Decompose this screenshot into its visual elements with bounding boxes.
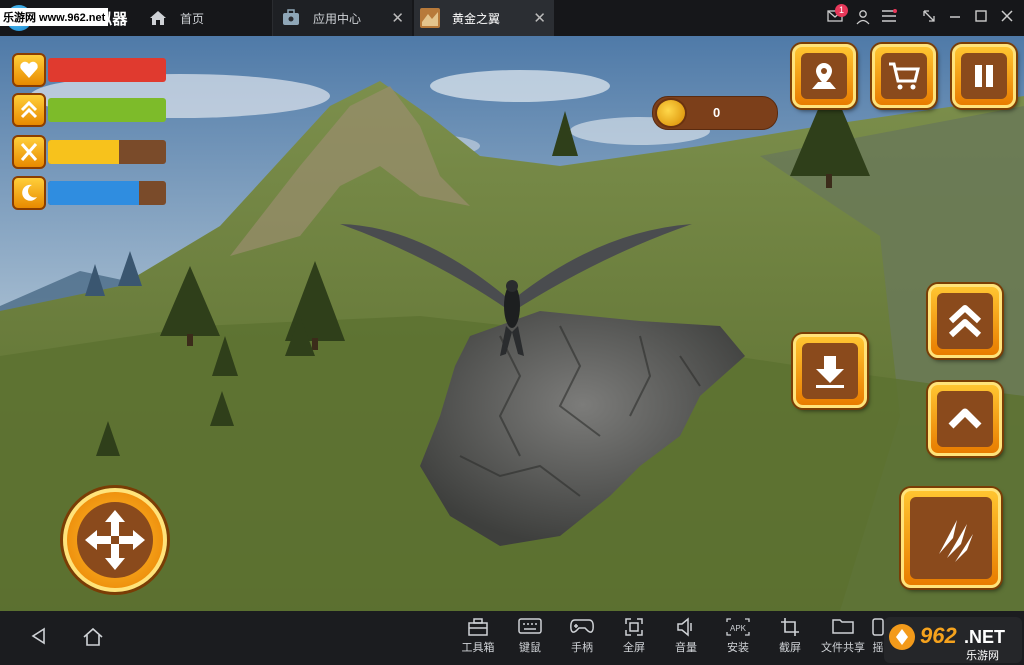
toolbox-button[interactable]: 工具箱 — [456, 617, 500, 655]
gamepad-button[interactable]: 手柄 — [560, 617, 604, 655]
menu-icon[interactable] — [880, 9, 898, 27]
screenshot-label: 截屏 — [779, 642, 801, 654]
close-icon[interactable] — [998, 9, 1016, 27]
maximize-icon[interactable] — [972, 9, 990, 27]
health-fill — [48, 58, 166, 82]
home-nav-icon[interactable] — [82, 627, 104, 653]
pause-icon — [975, 65, 993, 87]
health-bar — [12, 53, 166, 87]
svg-text:.NET: .NET — [964, 627, 1005, 647]
up-icon — [948, 408, 982, 429]
land-button[interactable] — [793, 334, 867, 408]
game-viewport[interactable]: 0 — [0, 36, 1024, 611]
title-bar: MuMu模拟器 乐游网 www.962.net 首页 应用中心 ✕ 黄金之翼 ✕… — [0, 0, 1024, 36]
energy-fill — [48, 181, 139, 205]
food-fill — [48, 140, 119, 164]
fly-up-button[interactable] — [928, 382, 1002, 456]
folder-icon — [818, 617, 868, 639]
shop-button[interactable] — [872, 44, 936, 108]
land-down-icon — [816, 356, 844, 388]
moon-icon — [12, 176, 46, 210]
keyboard-label: 键鼠 — [519, 642, 541, 654]
tab-label: 黄金之翼 — [452, 11, 501, 26]
heart-icon — [12, 53, 46, 87]
gamepad-icon — [560, 617, 604, 639]
map-pin-icon — [812, 63, 836, 89]
shopping-cart-icon — [889, 62, 920, 90]
move-arrows-icon — [85, 510, 145, 570]
fullscreen-button[interactable]: 全屏 — [612, 617, 656, 655]
tab-label: 应用中心 — [313, 11, 362, 26]
crop-icon — [768, 617, 812, 639]
screenshot-button[interactable]: 截屏 — [768, 617, 812, 655]
level-bar — [12, 93, 166, 127]
coin-icon — [655, 98, 687, 128]
volume-label: 音量 — [675, 642, 697, 654]
gamepad-label: 手柄 — [571, 642, 593, 654]
double-chevron-icon — [12, 93, 46, 127]
file-share-label: 文件共享 — [821, 642, 865, 654]
svg-text:APK: APK — [730, 624, 747, 633]
attack-button[interactable] — [901, 488, 1001, 588]
962-brand-logo: 962 .NET 乐游网 — [884, 617, 1022, 663]
volume-button[interactable]: 音量 — [664, 617, 708, 655]
apk-install-label: 安装 — [727, 642, 749, 654]
fullscreen-icon — [612, 617, 656, 639]
shake-label: 摇 — [872, 642, 884, 654]
keyboard-icon — [508, 617, 552, 639]
apk-install-icon: APK — [716, 617, 760, 639]
shrink-icon[interactable] — [920, 9, 938, 27]
file-share-button[interactable]: 文件共享 — [818, 617, 868, 655]
site-watermark: 乐游网 www.962.net — [0, 8, 109, 26]
map-button[interactable] — [792, 44, 856, 108]
keyboard-button[interactable]: 键鼠 — [508, 617, 552, 655]
food-bar — [12, 135, 166, 169]
pause-button[interactable] — [952, 44, 1016, 108]
volume-icon — [664, 617, 708, 639]
tab-home[interactable]: 首页 — [140, 0, 270, 36]
svg-text:962: 962 — [920, 623, 957, 648]
apk-install-button[interactable]: APK 安装 — [716, 617, 760, 655]
app-center-icon — [283, 9, 299, 25]
game-thumbnail-icon — [420, 8, 440, 28]
back-icon[interactable] — [30, 627, 48, 651]
toolbox-label: 工具箱 — [461, 642, 495, 654]
user-icon[interactable] — [854, 9, 872, 27]
double-up-icon — [948, 305, 982, 338]
coin-counter: 0 — [652, 96, 778, 130]
claw-attack-icon — [939, 520, 973, 562]
fork-knife-icon — [12, 135, 46, 169]
fullscreen-label: 全屏 — [623, 642, 645, 654]
close-tab-icon[interactable]: ✕ — [533, 9, 546, 27]
tab-label: 首页 — [180, 11, 205, 26]
fly-fast-button[interactable] — [928, 284, 1002, 358]
energy-bar — [12, 176, 166, 210]
tab-game[interactable]: 黄金之翼 ✕ — [414, 0, 554, 36]
minimize-icon[interactable] — [946, 9, 964, 27]
toolbox-icon — [456, 617, 500, 639]
move-joystick[interactable] — [63, 488, 167, 592]
level-fill — [48, 98, 166, 122]
mail-badge: 1 — [835, 4, 848, 17]
home-icon — [150, 11, 166, 25]
close-tab-icon[interactable]: ✕ — [391, 9, 404, 27]
coin-value: 0 — [713, 105, 721, 120]
tab-app-center[interactable]: 应用中心 ✕ — [272, 0, 412, 36]
svg-text:乐游网: 乐游网 — [966, 649, 999, 662]
emulator-toolbar: 工具箱 键鼠 手柄 全屏 音量 APK 安装 截屏 文件共享 摇 962 .NE… — [0, 611, 1024, 665]
